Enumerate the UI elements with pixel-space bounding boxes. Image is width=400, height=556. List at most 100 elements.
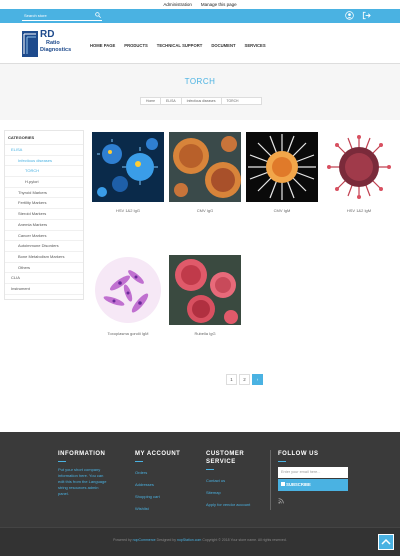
- footer-link-addresses[interactable]: Addresses: [135, 479, 180, 491]
- subscribe-button[interactable]: SUBSCRIBE: [278, 479, 348, 491]
- user-account-icon[interactable]: [345, 11, 354, 20]
- logo-mark: [22, 31, 38, 57]
- footer-link-sitemap[interactable]: Sitemap: [206, 487, 250, 499]
- copyright-notice: Copyright © 2018 Your store name. All ri…: [201, 538, 287, 542]
- toxoplasma-image[interactable]: [92, 255, 164, 325]
- footer-link-orders[interactable]: Orders: [135, 467, 180, 479]
- footer-follow-us: FOLLOW US Enter your email here... SUBSC…: [278, 450, 348, 509]
- footer-my-account: MY ACCOUNT Orders Addresses Shopping car…: [135, 450, 180, 515]
- subscribe-label: SUBSCRIBE: [286, 482, 311, 487]
- search-input[interactable]: Search store: [22, 11, 102, 21]
- sidebar-category-item[interactable]: Instrument: [5, 284, 83, 295]
- page-title-bar: TORCH Home ELISA Infectious diseases TOR…: [0, 64, 400, 120]
- product-card[interactable]: CMV IgG: [169, 132, 241, 213]
- footer-link-shopping-cart[interactable]: Shopping cart: [135, 491, 180, 503]
- footer-customer-service: CUSTOMER SERVICE Contact us Sitemap Appl…: [206, 450, 250, 511]
- sidebar-category-item[interactable]: Infectious diseases: [5, 156, 83, 167]
- breadcrumb-elisa[interactable]: ELISA: [161, 98, 182, 104]
- virus-red-image[interactable]: [323, 132, 395, 202]
- footer-divider: [270, 450, 271, 510]
- footer-link-vendor[interactable]: Apply for vendor account: [206, 499, 250, 511]
- page-2-button[interactable]: 2: [239, 374, 250, 385]
- product-card[interactable]: Rubella IgG: [169, 255, 241, 336]
- sidebar-category-item[interactable]: CLIA: [5, 273, 83, 284]
- nopstation-link[interactable]: nopStation.com: [177, 538, 201, 542]
- site-header: RD Ratio Diagnostics HOME PAGE PRODUCTS …: [0, 23, 400, 63]
- breadcrumb-infectious[interactable]: Infectious diseases: [182, 98, 222, 104]
- footer-heading: CUSTOMER: [206, 451, 245, 457]
- logo-rd: RD: [40, 29, 55, 40]
- top-bar: Search store: [0, 9, 400, 23]
- sidebar-category-item[interactable]: Bone Metabolism Markers: [5, 252, 83, 263]
- product-name[interactable]: Rubella IgG: [169, 331, 241, 336]
- sidebar-category-item[interactable]: Others: [5, 263, 83, 274]
- footer-heading: FOLLOW US: [278, 451, 319, 457]
- virus-blue-image[interactable]: [92, 132, 164, 202]
- sidebar-category-item[interactable]: Fertility Markers: [5, 198, 83, 210]
- chevron-up-icon: [381, 538, 391, 545]
- admin-bar: Administration Manage this page: [0, 0, 400, 9]
- footer-information: INFORMATION Put your short company infor…: [58, 450, 108, 497]
- virus-orange-image[interactable]: [169, 132, 241, 202]
- sidebar-category-item[interactable]: ELISA: [5, 145, 83, 156]
- site-footer: INFORMATION Put your short company infor…: [0, 432, 400, 527]
- designed-by-label: Designed by: [155, 538, 178, 542]
- nopcommerce-link[interactable]: nopCommerce: [133, 538, 156, 542]
- product-card[interactable]: CMV IgM: [246, 132, 318, 213]
- logo-ratio: Ratio: [46, 40, 60, 46]
- subscribe-icon: [281, 482, 285, 486]
- nav-home[interactable]: HOME PAGE: [90, 43, 115, 48]
- nav-technical-support[interactable]: TECHNICAL SUPPORT: [157, 43, 203, 48]
- footer-link-contact[interactable]: Contact us: [206, 475, 250, 487]
- manage-page-link[interactable]: Manage this page: [201, 2, 237, 7]
- category-sidebar: CATEGORIES ELISA Infectious diseases TORCH…: [4, 130, 84, 300]
- sidebar-category-item[interactable]: Thyroid Markers: [5, 188, 83, 199]
- heading-underline: [206, 469, 214, 470]
- heading-underline: [278, 461, 286, 462]
- page-1-button[interactable]: 1: [226, 374, 237, 385]
- heading-underline: [58, 461, 66, 462]
- product-name[interactable]: CMV IgG: [169, 208, 241, 213]
- rubella-image[interactable]: [169, 255, 241, 325]
- product-name[interactable]: HSV 1&2 IgM: [323, 208, 395, 213]
- sidebar-category-item[interactable]: Anemia Markers: [5, 220, 83, 231]
- sidebar-category-item[interactable]: Steroid Markers: [5, 209, 83, 220]
- next-page-button[interactable]: ›: [252, 374, 263, 385]
- nav-document[interactable]: DOCUMENT: [211, 43, 235, 48]
- sidebar-category-item[interactable]: Cancer Markers: [5, 231, 83, 242]
- breadcrumb-home[interactable]: Home: [141, 98, 162, 104]
- company-info-text: Put your short company information here.…: [58, 467, 107, 496]
- sidebar-heading: CATEGORIES: [5, 131, 83, 145]
- logout-icon[interactable]: [362, 11, 371, 20]
- footer-heading: SERVICE: [206, 459, 236, 465]
- footer-heading: MY ACCOUNT: [135, 451, 181, 457]
- page-title: TORCH: [184, 77, 216, 86]
- breadcrumb: Home ELISA Infectious diseases TORCH: [140, 97, 262, 105]
- virus-white-image[interactable]: [246, 132, 318, 202]
- back-to-top-button[interactable]: [378, 534, 394, 550]
- sidebar-category-item[interactable]: TORCH: [5, 166, 83, 178]
- product-card[interactable]: HSV 1&2 IgG: [92, 132, 164, 213]
- logo-diagnostics: Diagnostics: [40, 47, 72, 53]
- nav-services[interactable]: SERVICES: [245, 43, 266, 48]
- search-icon[interactable]: [95, 12, 101, 18]
- product-name[interactable]: HSV 1&2 IgG: [92, 208, 164, 213]
- site-logo[interactable]: RD Ratio Diagnostics: [22, 29, 80, 57]
- product-name[interactable]: Toxoplasma gondii IgM: [92, 331, 164, 336]
- footer-bottom: Powered by nopCommerce Designed by nopSt…: [0, 527, 400, 556]
- nav-products[interactable]: PRODUCTS: [124, 43, 148, 48]
- product-card[interactable]: Toxoplasma gondii IgM: [92, 255, 164, 336]
- footer-link-wishlist[interactable]: Wishlist: [135, 503, 180, 515]
- product-name[interactable]: CMV IgM: [246, 208, 318, 213]
- footer-heading: INFORMATION: [58, 451, 106, 457]
- sidebar-category-item[interactable]: H.pylori: [5, 177, 83, 188]
- breadcrumb-current: TORCH: [226, 99, 239, 103]
- sidebar-category-item[interactable]: Autoimmune Disorders: [5, 241, 83, 252]
- product-card[interactable]: HSV 1&2 IgM: [323, 132, 395, 213]
- category-list: ELISA Infectious diseases TORCH H.pylori Thy…: [5, 145, 83, 295]
- rss-icon[interactable]: [278, 498, 284, 504]
- newsletter-email-input[interactable]: Enter your email here...: [278, 467, 348, 478]
- pagination: 1 2 ›: [226, 374, 263, 385]
- admin-link[interactable]: Administration: [163, 2, 192, 7]
- main-nav: HOME PAGE PRODUCTS TECHNICAL SUPPORT DOC…: [90, 43, 266, 48]
